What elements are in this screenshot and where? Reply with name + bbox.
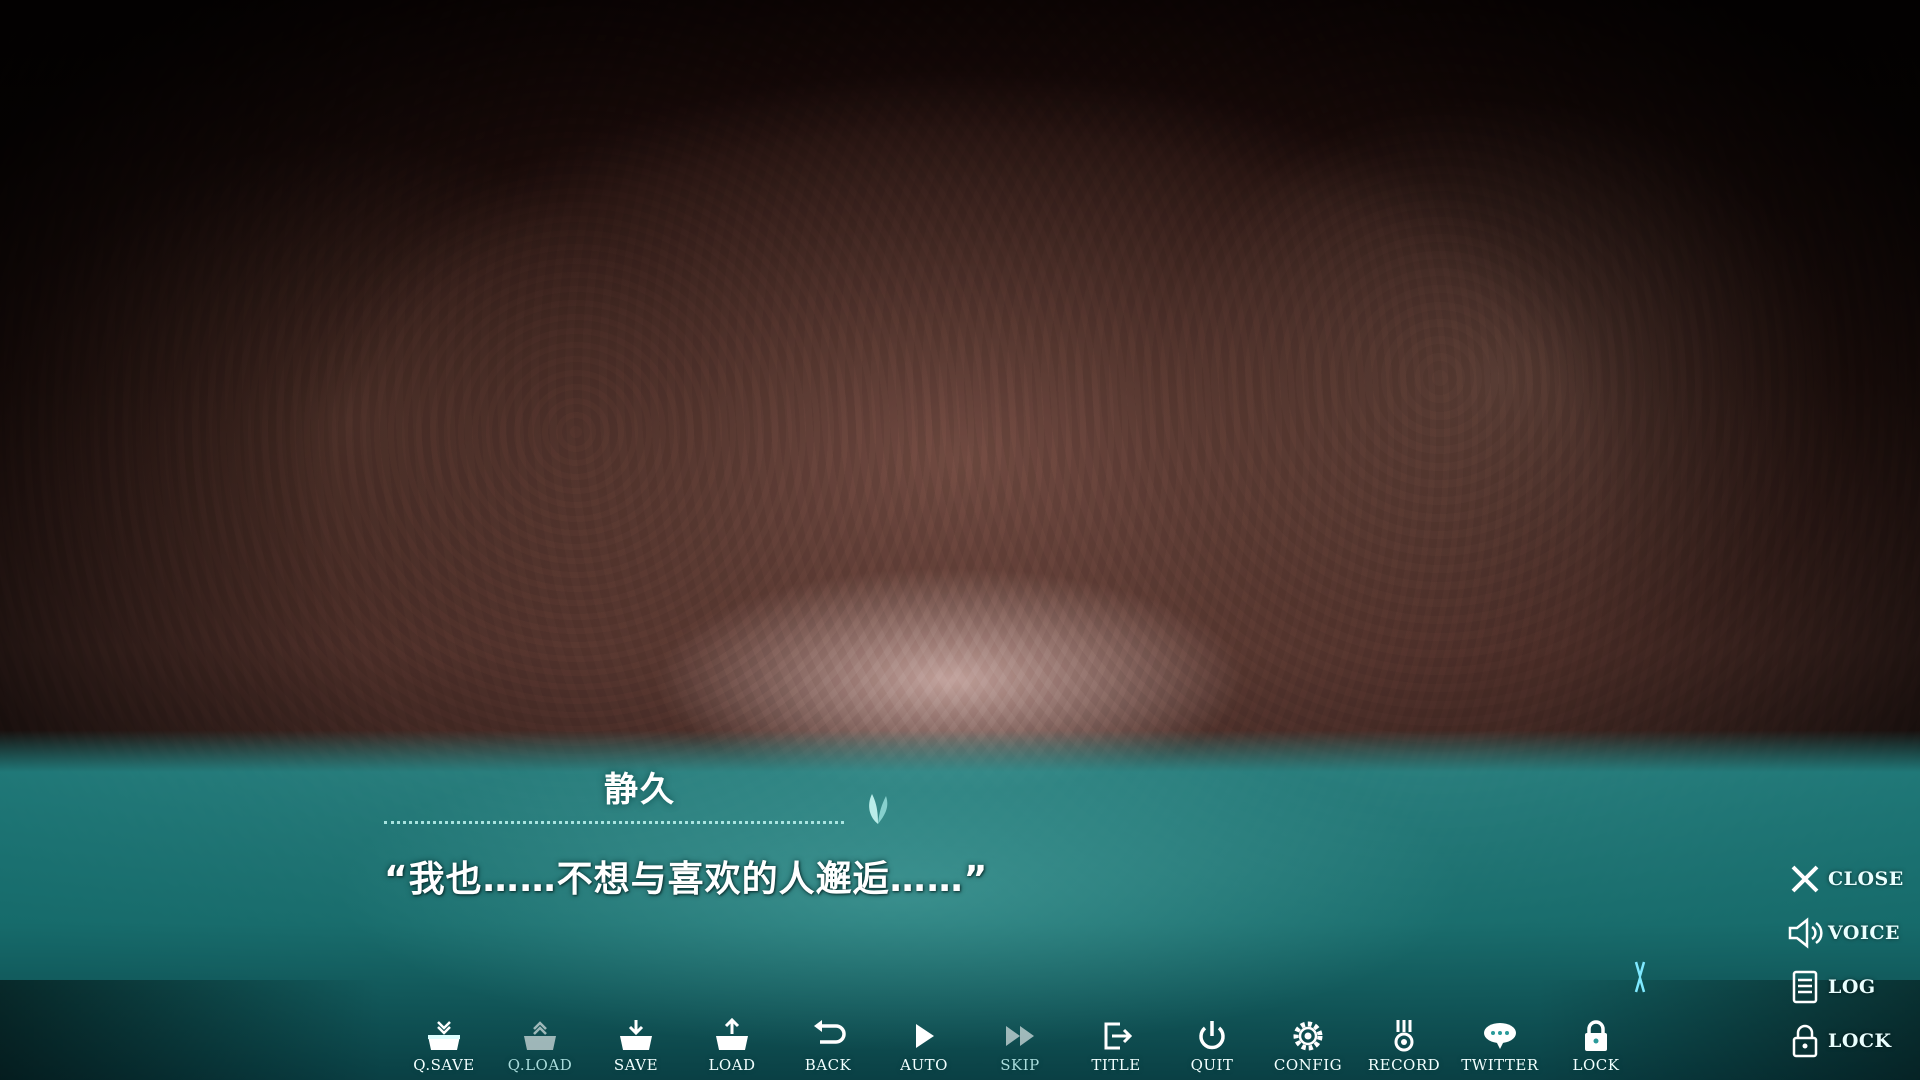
lock-icon (1792, 1024, 1818, 1058)
speech-bubble-icon (1484, 1023, 1516, 1049)
close-label: CLOSE (1828, 868, 1904, 890)
config-button[interactable]: CONFIG (1260, 1018, 1356, 1080)
document-icon (1792, 970, 1818, 1004)
text-advance-indicator-icon (1634, 961, 1646, 993)
quick-load-button[interactable]: Q.LOAD (492, 1018, 588, 1080)
back-label: BACK (804, 1056, 852, 1074)
side-lock-button[interactable]: LOCK (1786, 1014, 1906, 1068)
speaker-name: 静久 (604, 770, 676, 810)
speaker-divider (384, 821, 844, 824)
quit-button[interactable]: QUIT (1164, 1018, 1260, 1080)
quick-save-button[interactable]: Q.SAVE (396, 1018, 492, 1080)
config-label: CONFIG (1273, 1056, 1343, 1074)
quick-save-icon (428, 1021, 460, 1050)
save-button[interactable]: SAVE (588, 1018, 684, 1080)
close-button[interactable]: CLOSE (1786, 852, 1906, 906)
butterfly-icon (869, 794, 888, 824)
power-icon (1199, 1021, 1225, 1050)
medal-icon (1394, 1020, 1414, 1052)
load-button[interactable]: LOAD (684, 1018, 780, 1080)
title-button[interactable]: TITLE (1068, 1018, 1164, 1080)
close-icon (1791, 865, 1819, 893)
voice-label: VOICE (1828, 922, 1900, 944)
quit-label: QUIT (1190, 1056, 1234, 1074)
twitter-label: TWITTER (1461, 1056, 1539, 1074)
skip-button[interactable]: SKIP (972, 1018, 1068, 1080)
auto-button[interactable]: AUTO (876, 1018, 972, 1080)
save-label: SAVE (613, 1056, 659, 1074)
side-lock-label: LOCK (1828, 1030, 1892, 1052)
back-button[interactable]: BACK (780, 1018, 876, 1080)
back-arrow-icon (814, 1020, 846, 1044)
speaker-icon (1788, 917, 1823, 949)
voice-button[interactable]: VOICE (1786, 906, 1906, 960)
quick-load-icon (524, 1021, 556, 1050)
quick-save-label: Q.SAVE (413, 1056, 475, 1074)
title-label: TITLE (1091, 1056, 1141, 1074)
bottom-toolbar: Q.SAVE Q.LOAD SAVE LOAD BACK AUTO SKIP T… (396, 1018, 1644, 1080)
load-label: LOAD (708, 1056, 756, 1074)
lock-label: LOCK (1572, 1056, 1620, 1074)
lock-button[interactable]: LOCK (1548, 1018, 1644, 1080)
log-label: LOG (1828, 976, 1876, 998)
log-button[interactable]: LOG (1786, 960, 1906, 1014)
skip-label: SKIP (1000, 1056, 1040, 1074)
gear-icon (1293, 1021, 1323, 1051)
twitter-button[interactable]: TWITTER (1452, 1018, 1548, 1080)
exit-to-title-icon (1104, 1022, 1133, 1050)
lock-icon (1585, 1020, 1607, 1051)
quick-load-label: Q.LOAD (507, 1056, 573, 1074)
save-icon (620, 1020, 652, 1050)
record-button[interactable]: RECORD (1356, 1018, 1452, 1080)
auto-label: AUTO (900, 1056, 948, 1074)
load-icon (716, 1018, 748, 1050)
fast-forward-icon (1006, 1026, 1034, 1046)
side-menu: CLOSE VOICE LOG LOCK (1786, 852, 1906, 1068)
dialogue-text: “我也……不想与喜欢的人邂逅……” (384, 859, 989, 900)
record-label: RECORD (1367, 1056, 1441, 1074)
play-icon (916, 1024, 934, 1048)
